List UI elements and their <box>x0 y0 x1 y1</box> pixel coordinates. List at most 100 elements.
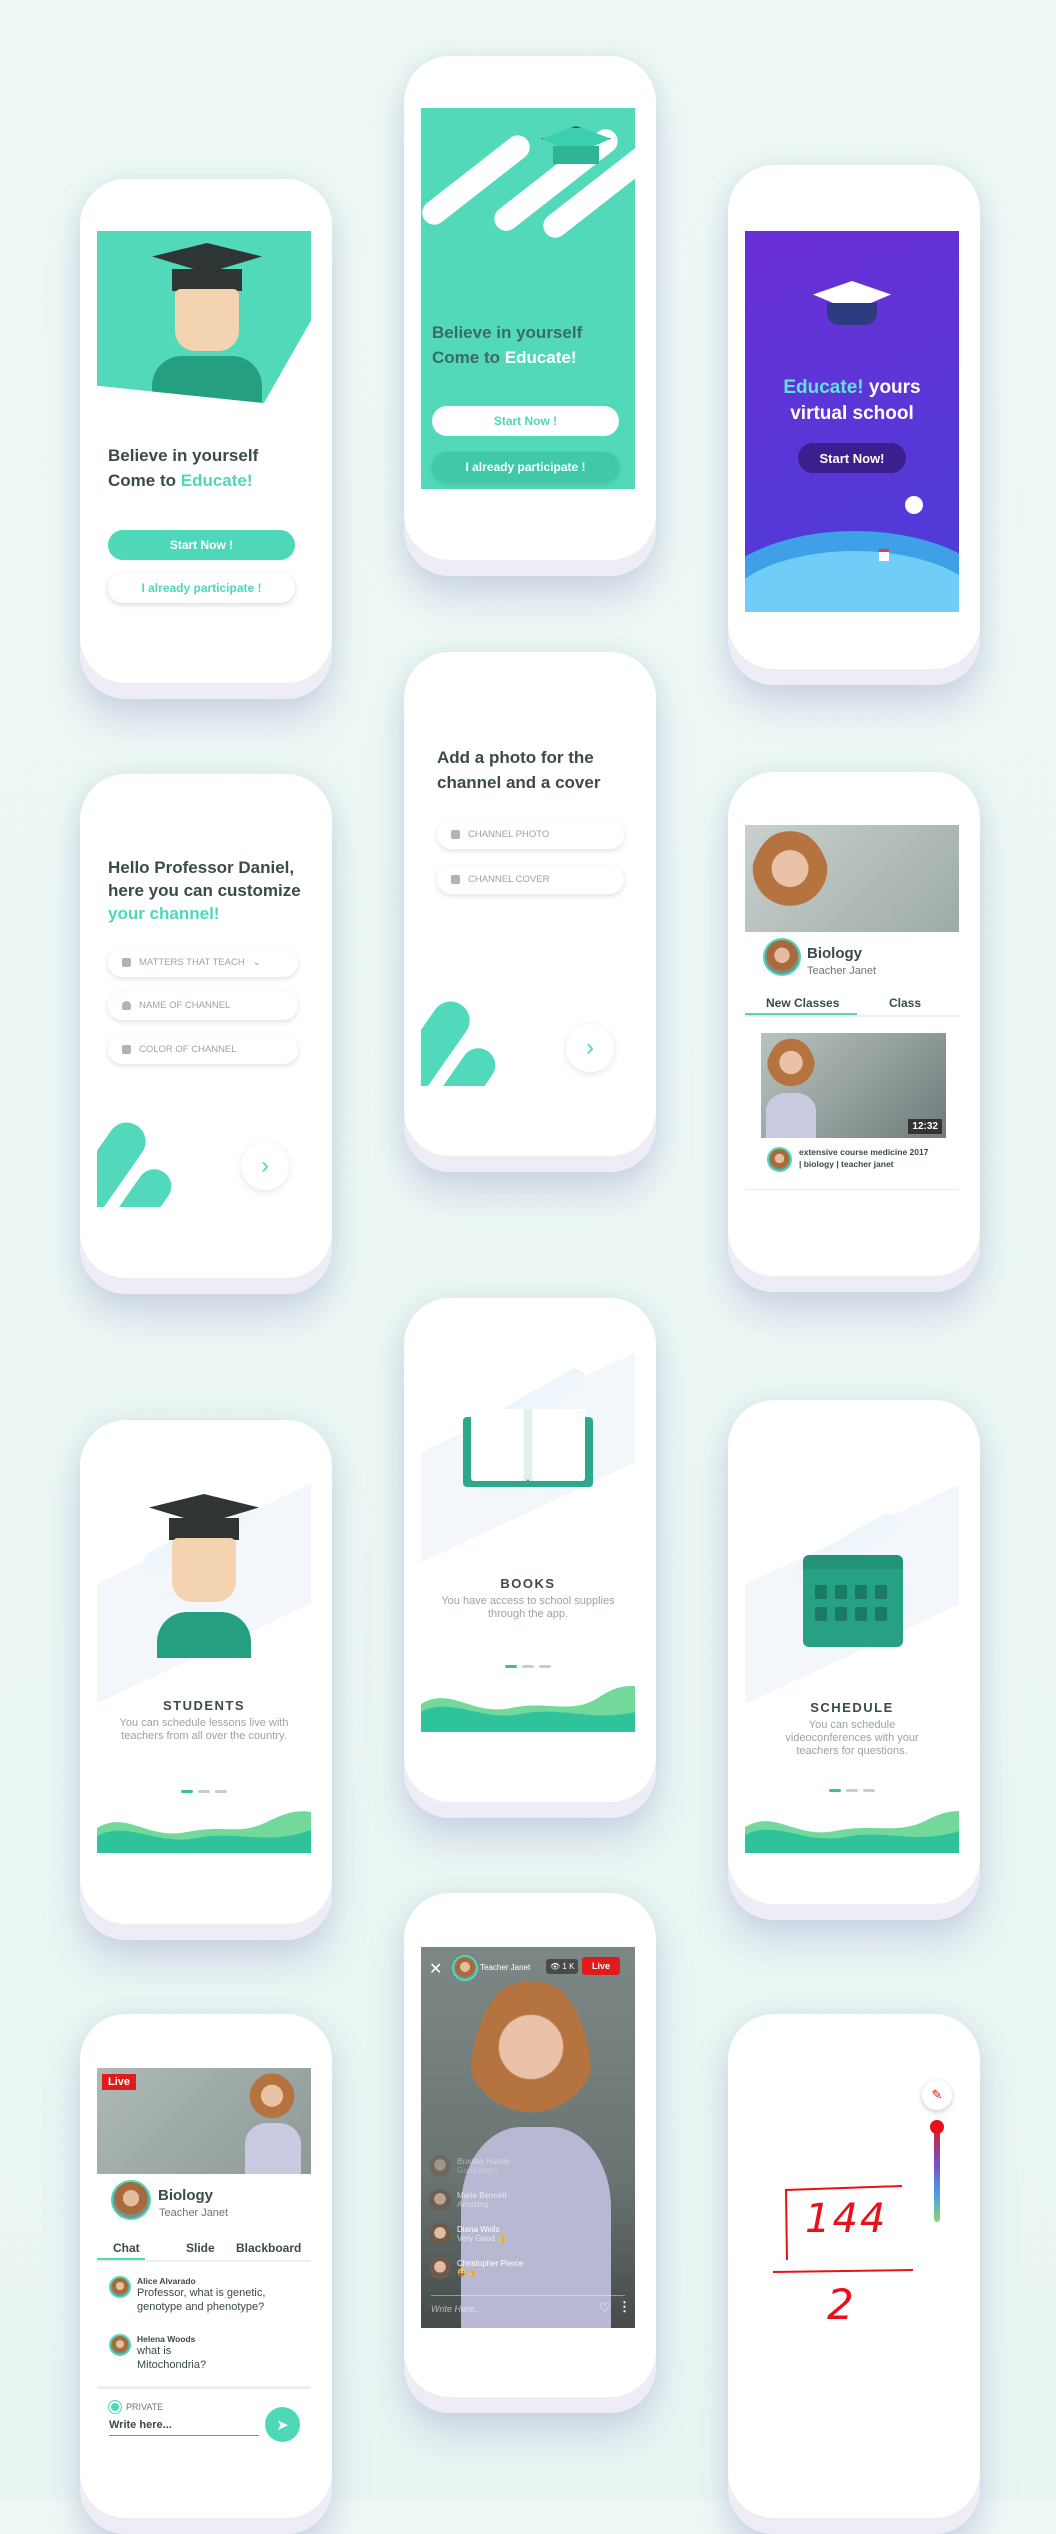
onboarding-title: SCHEDULE <box>810 1700 894 1715</box>
onboarding-schedule: SCHEDULE You can schedule videoconferenc… <box>745 1453 959 1853</box>
chat-message: Alice Alvarado Professor, what is genetic… <box>109 2276 297 2314</box>
teacher-name: Teacher Janet <box>159 2207 229 2219</box>
onboarding-description: You can schedule lessons live with teach… <box>119 1717 289 1742</box>
student-illustration <box>172 1538 236 1602</box>
chat-input[interactable]: Write here... <box>109 2419 259 2436</box>
video-duration: 12:32 <box>908 1119 942 1134</box>
channel-color-input[interactable]: COLOR OF CHANNEL <box>108 1035 298 1064</box>
live-badge: Live <box>102 2074 137 2090</box>
color-slider[interactable] <box>934 2124 940 2222</box>
hero-illustration <box>97 231 311 403</box>
tab-new-classes[interactable]: New Classes <box>766 996 839 1010</box>
subject-name: Biology <box>158 2187 213 2204</box>
heart-icon[interactable]: ♡ <box>599 2300 611 2316</box>
customize-channel-screen: Hello Professor Daniel, here you can cus… <box>97 826 311 1207</box>
user-avatar <box>429 2189 451 2211</box>
welcome-screen-light: Believe in yourself Come to Educate! Sta… <box>97 231 311 612</box>
add-photo-screen: Add a photo for the channel and a cover … <box>421 705 635 1086</box>
next-button[interactable]: › <box>241 1142 289 1190</box>
teacher-avatar <box>452 1955 478 1981</box>
moon-icon <box>905 496 923 514</box>
comment-input[interactable]: Write Here... <box>431 2304 482 2314</box>
chevron-right-icon: › <box>586 1034 594 1061</box>
start-now-button[interactable]: Start Now ! <box>432 406 619 436</box>
pencil-tool-button[interactable]: ✎ <box>922 2080 952 2110</box>
private-toggle[interactable]: PRIVATE <box>109 2401 163 2413</box>
image-icon <box>451 875 460 884</box>
blackboard-screen: ✎ 144 2 <box>745 2068 959 2449</box>
start-now-button[interactable]: Start Now! <box>798 443 906 473</box>
chevron-down-icon: ⌄ <box>252 957 261 968</box>
teacher-name: Teacher Janet <box>480 1963 531 1972</box>
live-stream-screen: ✕ Teacher Janet 👁 1 K Live Bradley Hunte… <box>421 1947 635 2328</box>
layers-icon <box>122 1045 131 1054</box>
subject-name: Biology <box>807 945 862 962</box>
onboarding-title: BOOKS <box>500 1576 556 1591</box>
onboarding-description: You can schedule videoconferences with y… <box>785 1719 919 1757</box>
stream-comment: Marie Bennett Amazing <box>429 2189 507 2211</box>
user-icon <box>122 1001 131 1010</box>
wave-illustration <box>745 1811 959 1853</box>
user-avatar <box>109 2276 131 2298</box>
student-face <box>175 289 239 351</box>
wave-illustration <box>421 1686 635 1732</box>
channel-cover-input[interactable]: CHANNEL COVER <box>437 865 624 894</box>
onboarding-books: BOOKS You have access to school supplies… <box>421 1351 635 1732</box>
tab-class[interactable]: Class <box>889 996 921 1010</box>
onboarding-title: STUDENTS <box>162 1698 246 1713</box>
user-avatar <box>429 2257 451 2279</box>
welcome-screen-purple: Educate! yours virtual school Start Now! <box>745 231 959 612</box>
channel-name-input[interactable]: NAME OF CHANNEL <box>108 991 298 1020</box>
pencil-icon: ✎ <box>931 2087 943 2102</box>
channel-cover-photo <box>745 825 959 940</box>
send-icon: ➤ <box>276 2416 289 2434</box>
welcome-title: Believe in yourself Come to Educate! <box>432 323 583 367</box>
send-button[interactable]: ➤ <box>265 2407 300 2442</box>
page-indicator <box>97 1790 311 1793</box>
video-thumbnail[interactable]: 12:32 <box>761 1033 946 1138</box>
radicand: 144 <box>805 2196 888 2242</box>
book-icon <box>122 958 131 967</box>
user-avatar <box>429 2155 451 2177</box>
teacher-avatar <box>111 2180 151 2220</box>
chevron-right-icon: › <box>261 1152 269 1179</box>
eye-icon: 👁 <box>550 1962 561 1971</box>
channel-photo-input[interactable]: CHANNEL PHOTO <box>437 820 624 849</box>
tab-slide[interactable]: Slide <box>186 2241 215 2255</box>
image-icon <box>451 830 460 839</box>
user-avatar <box>109 2334 131 2356</box>
teacher-avatar <box>763 938 801 976</box>
chat-message: Helena Woods what is Mitochondria? <box>109 2334 227 2372</box>
welcome-title: Educate! yours virtual school <box>783 377 921 424</box>
add-photo-title: Add a photo for the channel and a cover <box>437 748 601 792</box>
stream-comment: Diana Wells Very Good 👍 <box>429 2223 507 2245</box>
matters-select[interactable]: MATTERS THAT TEACH ⌄ <box>108 948 298 977</box>
welcome-screen-teal: Believe in yourself Come to Educate! Sta… <box>421 108 635 489</box>
live-class-chat-screen: Live Biology Teacher Janet Chat Slide Bl… <box>97 2068 311 2449</box>
radio-icon <box>109 2401 121 2413</box>
tab-chat[interactable]: Chat <box>113 2241 140 2255</box>
user-avatar <box>429 2223 451 2245</box>
video-title[interactable]: extensive course medicine 2017 | biology… <box>799 1146 928 1170</box>
start-now-button[interactable]: Start Now ! <box>108 530 295 560</box>
customize-title: Hello Professor Daniel, here you can cus… <box>108 858 301 923</box>
video-author-avatar <box>767 1147 792 1172</box>
tab-blackboard[interactable]: Blackboard <box>236 2241 301 2255</box>
onboarding-description: You have access to school supplies throu… <box>441 1595 615 1620</box>
onboarding-students: STUDENTS You can schedule lessons live w… <box>97 1472 311 1853</box>
color-slider-handle[interactable] <box>930 2120 944 2134</box>
teacher-name: Teacher Janet <box>807 965 877 977</box>
close-icon[interactable]: ✕ <box>429 1959 442 1979</box>
more-options-icon[interactable]: ⋮ <box>618 2299 631 2315</box>
viewer-count: 👁 1 K <box>546 1959 579 1974</box>
calendar-icon <box>803 1555 903 1647</box>
stream-comment: Bradley Hunter Good Night <box>429 2155 510 2177</box>
page-indicator <box>421 1665 635 1668</box>
channel-screen: Biology Teacher Janet New Classes Class … <box>745 825 959 1206</box>
already-participate-button[interactable]: I already participate ! <box>432 452 619 482</box>
next-button[interactable]: › <box>566 1024 614 1072</box>
live-video[interactable]: Live <box>97 2068 311 2174</box>
denominator: 2 <box>827 2280 854 2329</box>
already-participate-button[interactable]: I already participate ! <box>108 573 295 603</box>
house-icon <box>879 549 889 561</box>
